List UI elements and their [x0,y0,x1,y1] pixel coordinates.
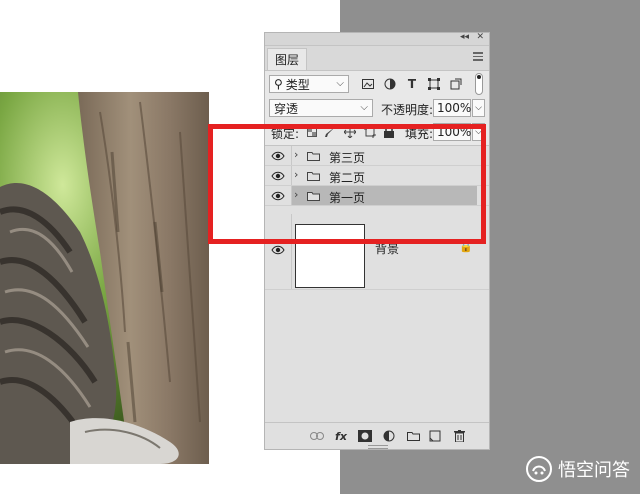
adjustment-filter-icon[interactable] [383,75,397,93]
folder-icon [307,172,320,181]
panel-title-bar: ◂◂ ✕ [265,32,489,46]
visibility-separator [291,166,292,185]
eye-icon[interactable] [271,190,285,202]
layer-thumbnail [295,224,365,288]
resize-grip[interactable] [368,445,388,449]
background-layer-row[interactable]: 背景 🔒 [265,214,489,290]
blend-mode-select[interactable]: 穿透 ⌵ [269,99,373,117]
search-icon: ⚲ [274,77,283,91]
folder-icon [307,152,320,161]
fill-input[interactable]: 100% [433,123,471,141]
wukong-logo-icon [526,456,552,482]
add-mask-icon[interactable] [357,428,373,444]
tab-row: 图层 [265,46,489,71]
opacity-label: 不透明度: [381,103,434,117]
shape-filter-icon[interactable] [427,75,441,93]
fill-label: 填充: [405,127,434,141]
eye-icon[interactable] [271,170,285,182]
fill-dropdown[interactable]: ⌵ [472,123,485,141]
canvas-photo [0,92,209,464]
watermark: 悟空问答 [526,456,630,482]
filter-row: ⚲ 类型 ⌵ T [265,73,489,95]
folder-icon [307,192,320,201]
eye-icon[interactable] [271,244,285,256]
tab-layers[interactable]: 图层 [267,48,307,70]
chevron-down-icon: ⌵ [336,78,344,89]
lock-label: 锁定: [271,127,300,141]
background-layer-name: 背景 [375,242,400,256]
filter-kind-select[interactable]: ⚲ 类型 ⌵ [269,75,349,93]
collapse-icon[interactable]: ◂◂ [460,32,469,42]
lock-row: 锁定: 填充: 100% ⌵ [265,123,489,143]
filter-toggle[interactable] [475,73,483,95]
text-filter-icon[interactable]: T [405,75,419,93]
layers-list: › 第三页 › 第二页 › 第一页 背景 🔒 [265,145,489,424]
opacity-input[interactable]: 100% [433,99,471,117]
chevron-right-icon[interactable]: › [294,168,298,181]
fx-button[interactable]: fx [333,428,349,444]
chevron-right-icon[interactable]: › [294,188,298,201]
blend-row: 穿透 ⌵ 不透明度: 100% ⌵ [265,99,489,119]
opacity-dropdown[interactable]: ⌵ [472,99,485,117]
new-adjustment-icon[interactable] [381,428,397,444]
watermark-text: 悟空问答 [558,460,630,481]
layer-row[interactable]: › 第三页 [265,146,489,166]
layer-row[interactable]: › 第二页 [265,166,489,186]
lock-all-icon[interactable] [382,123,396,141]
blend-mode-label: 穿透 [274,101,299,116]
smart-object-filter-icon[interactable] [449,75,463,93]
lock-artboard-icon[interactable] [363,123,377,141]
layer-row[interactable]: › 第一页 [265,186,489,206]
new-layer-icon[interactable] [427,428,443,444]
layers-panel: ◂◂ ✕ 图层 ⚲ 类型 ⌵ T 穿透 ⌵ 不透明度: 100% ⌵ 锁定: 填… [264,32,490,450]
lock-transparent-icon[interactable] [305,123,319,141]
new-group-icon[interactable] [405,428,421,444]
layer-name: 第二页 [329,171,366,185]
visibility-separator [291,146,292,165]
eye-icon[interactable] [271,150,285,162]
filter-kind-label: 类型 [285,77,310,92]
chevron-right-icon[interactable]: › [294,148,298,161]
layer-name: 第三页 [329,151,366,165]
chevron-down-icon: ⌵ [360,102,368,113]
link-layers-icon[interactable] [309,428,325,444]
lock-icon: 🔒 [459,240,473,253]
panel-menu-icon[interactable] [473,52,483,61]
image-filter-icon[interactable] [361,75,375,93]
layers-bottom-toolbar: fx [265,422,489,449]
visibility-separator [291,214,292,289]
layer-name: 第一页 [329,191,366,205]
lock-position-icon[interactable] [343,123,357,141]
lock-paint-icon[interactable] [323,123,337,141]
close-icon[interactable]: ✕ [476,32,484,42]
delete-layer-icon[interactable] [451,428,467,444]
